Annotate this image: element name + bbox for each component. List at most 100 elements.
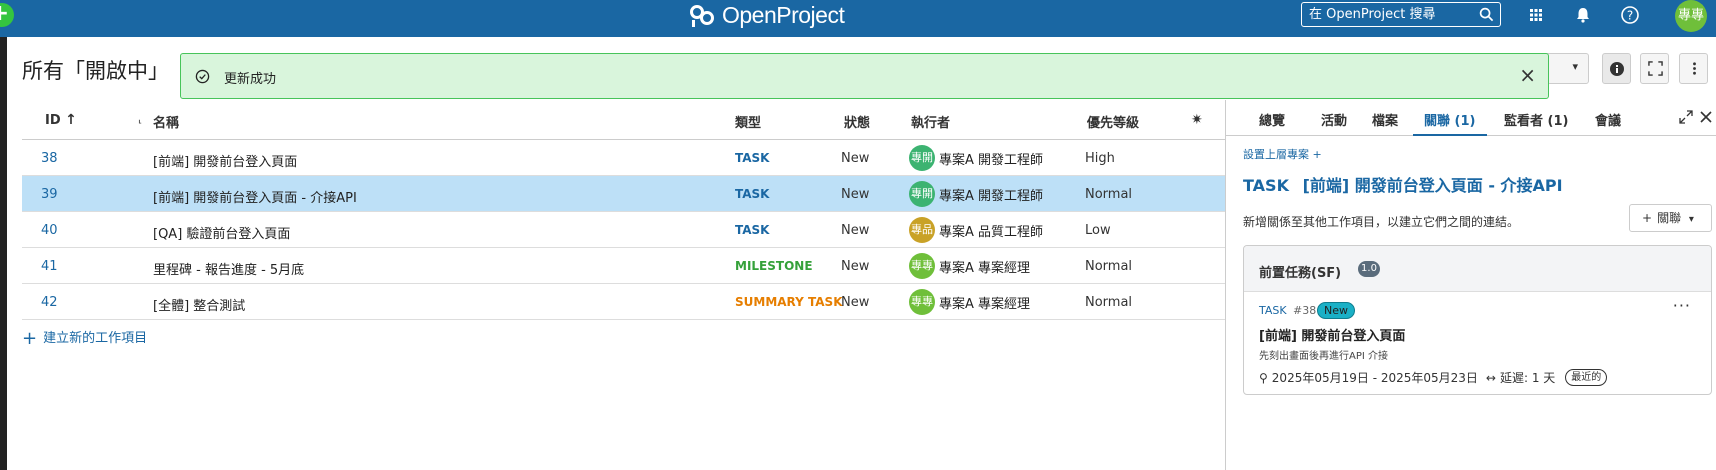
left-sidebar-edge [0, 37, 7, 470]
row-assignee[interactable]: 專開 專案A 開發工程師 [909, 145, 1043, 171]
details-tabs: 總覽 活動 檔案 關聯 (1) 監看者 (1) 會議 [1225, 100, 1716, 136]
row-status[interactable]: New [841, 223, 869, 238]
assignee-name: 專案A 品質工程師 [939, 224, 1044, 240]
table-row[interactable]: 42 [全體] 整合測試 SUMMARY TASK New 專專 專案A 專案經理 Norm… [22, 284, 1225, 320]
table-row[interactable]: 41 里程碑 - 報告進度 - 5月底 MILESTONE New 專專 專案A 專案經理… [22, 248, 1225, 284]
related-wp-type: TASK [1259, 304, 1287, 317]
page-title: 所有「開啟中」 [22, 59, 169, 83]
open-fullscreen-icon[interactable] [1679, 110, 1693, 124]
row-subject[interactable]: [QA] 驗證前台登入頁面 [153, 223, 290, 242]
table-header: ID ↑ ⸤ 名稱 類型 狀態 執行者 優先等級 ✷ [22, 100, 1225, 140]
header-priority[interactable]: 優先等級 [1087, 112, 1139, 131]
fullscreen-button[interactable] [1640, 53, 1669, 84]
set-parent-link[interactable]: 設置上層專案 + [1243, 146, 1322, 162]
svg-text:?: ? [1627, 9, 1633, 23]
related-wp-status-badge: New [1317, 302, 1355, 319]
plus-icon: + [22, 328, 38, 349]
row-status[interactable]: New [841, 295, 869, 310]
more-actions-button[interactable] [1679, 53, 1708, 84]
assignee-avatar: 專專 [909, 253, 935, 279]
related-wp-id[interactable]: #38 [1293, 304, 1316, 317]
details-split-view: 總覽 活動 檔案 關聯 (1) 監看者 (1) 會議 設置上層專案 + TASK… [1225, 100, 1716, 470]
header-status[interactable]: 狀態 [844, 112, 870, 131]
relation-group-predecessors: 前置任務(SF) 1.0 TASK #38 New ··· [前端] 開發前台登… [1243, 245, 1712, 395]
row-assignee[interactable]: 專品 專案A 品質工程師 [909, 217, 1043, 243]
column-settings-gear-icon[interactable]: ✷ [1191, 112, 1203, 128]
row-id[interactable]: 40 [41, 223, 58, 238]
row-assignee[interactable]: 專專 專案A 專案經理 [909, 253, 1030, 279]
global-search-input[interactable]: 在 OpenProject 搜尋 [1301, 2, 1501, 27]
row-status[interactable]: New [841, 259, 869, 274]
hierarchy-toggle-icon[interactable]: ⸤ [138, 112, 142, 125]
chevron-down-icon: ▾ [1572, 60, 1578, 73]
work-package-title: TASK [前端] 開發前台登入頁面 - 介接API [1243, 172, 1563, 196]
details-view-button[interactable] [1602, 53, 1631, 84]
user-avatar[interactable]: 專專 [1675, 0, 1707, 32]
more-horizontal-icon[interactable]: ··· [1673, 296, 1691, 315]
header-id[interactable]: ID ↑ [45, 112, 77, 128]
help-icon[interactable]: ? [1620, 5, 1640, 25]
tab-watchers[interactable]: 監看者 (1) [1504, 110, 1568, 129]
related-wp-subject[interactable]: [前端] 開發前台登入頁面 [1259, 325, 1405, 344]
wp-type: TASK [1243, 176, 1289, 195]
row-id[interactable]: 42 [41, 295, 58, 310]
row-priority[interactable]: Normal [1085, 259, 1132, 274]
assignee-avatar: 專開 [909, 145, 935, 171]
modules-grid-icon[interactable] [1526, 5, 1546, 25]
row-priority[interactable]: High [1085, 151, 1115, 166]
row-subject[interactable]: [前端] 開發前台登入頁面 [153, 151, 297, 170]
header-type[interactable]: 類型 [735, 112, 761, 131]
create-plus-button[interactable]: + [0, 3, 14, 27]
search-icon[interactable] [1479, 7, 1494, 22]
row-id[interactable]: 38 [41, 151, 58, 166]
row-id[interactable]: 39 [41, 187, 58, 202]
close-icon[interactable] [1699, 110, 1713, 124]
row-priority[interactable]: Low [1085, 223, 1111, 238]
table-row[interactable]: 38 [前端] 開發前台登入頁面 TASK New 專開 專案A 開發工程師 High [22, 140, 1225, 176]
close-icon[interactable]: × [1519, 63, 1536, 87]
plus-icon: + [1642, 211, 1653, 225]
assignee-avatar: 專開 [909, 181, 935, 207]
row-type: SUMMARY TASK [735, 295, 843, 309]
row-type: TASK [735, 223, 770, 237]
arrows-horizontal-icon: ↔ [1485, 370, 1496, 385]
wp-subject[interactable]: [前端] 開發前台登入頁面 - 介接API [1303, 176, 1563, 195]
tab-meetings[interactable]: 會議 [1595, 110, 1621, 129]
row-assignee[interactable]: 專專 專案A 專案經理 [909, 289, 1030, 315]
table-row[interactable]: 39 [前端] 開發前台登入頁面 - 介接API TASK New 專開 專案A 開發工程… [22, 176, 1225, 212]
header-assignee[interactable]: 執行者 [911, 112, 950, 131]
related-wp-delay: 延遲: 1 天 [1499, 371, 1556, 385]
add-relation-button[interactable]: + 關聯 ▾ [1629, 204, 1712, 232]
openproject-logo-icon [690, 5, 714, 27]
info-icon [1610, 62, 1624, 76]
row-id[interactable]: 41 [41, 259, 58, 274]
toast-message: 更新成功 [224, 72, 277, 87]
create-work-package-link[interactable]: + 建立新的工作項目 [22, 327, 147, 349]
row-subject[interactable]: [前端] 開發前台登入頁面 - 介接API [153, 187, 357, 206]
recent-badge: 最近的 [1565, 369, 1608, 386]
related-wp-dates: ⚲ 2025年05月19日 - 2025年05月23日 ↔ 延遲: 1 天 最近… [1259, 369, 1608, 386]
success-toast: 更新成功 × [180, 53, 1549, 99]
tab-relations[interactable]: 關聯 (1) [1424, 110, 1475, 129]
search-placeholder: 在 OpenProject 搜尋 [1309, 7, 1436, 22]
header-subject[interactable]: 名稱 [153, 112, 179, 131]
row-status[interactable]: New [841, 187, 869, 202]
row-subject[interactable]: [全體] 整合測試 [153, 295, 245, 314]
table-row[interactable]: 40 [QA] 驗證前台登入頁面 TASK New 專品 專案A 品質工程師 Low [22, 212, 1225, 248]
row-priority[interactable]: Normal [1085, 295, 1132, 310]
row-type: TASK [735, 187, 770, 201]
tab-overview[interactable]: 總覽 [1259, 110, 1285, 129]
pin-icon: ⚲ [1259, 370, 1268, 385]
row-subject[interactable]: 里程碑 - 報告進度 - 5月底 [153, 259, 304, 278]
active-tab-underline [1413, 134, 1487, 136]
row-assignee[interactable]: 專開 專案A 開發工程師 [909, 181, 1043, 207]
tab-files[interactable]: 檔案 [1372, 110, 1398, 129]
row-status[interactable]: New [841, 151, 869, 166]
related-wp-description: 先刻出畫面後再進行API 介接 [1259, 351, 1388, 362]
openproject-logo[interactable]: OpenProject [688, 0, 845, 30]
row-priority[interactable]: Normal [1085, 187, 1132, 202]
assignee-name: 專案A 開發工程師 [939, 188, 1044, 204]
tab-activity[interactable]: 活動 [1321, 110, 1347, 129]
top-bar: + OpenProject 在 OpenProject 搜尋 ? 專專 [0, 0, 1716, 37]
notifications-bell-icon[interactable] [1573, 5, 1593, 25]
